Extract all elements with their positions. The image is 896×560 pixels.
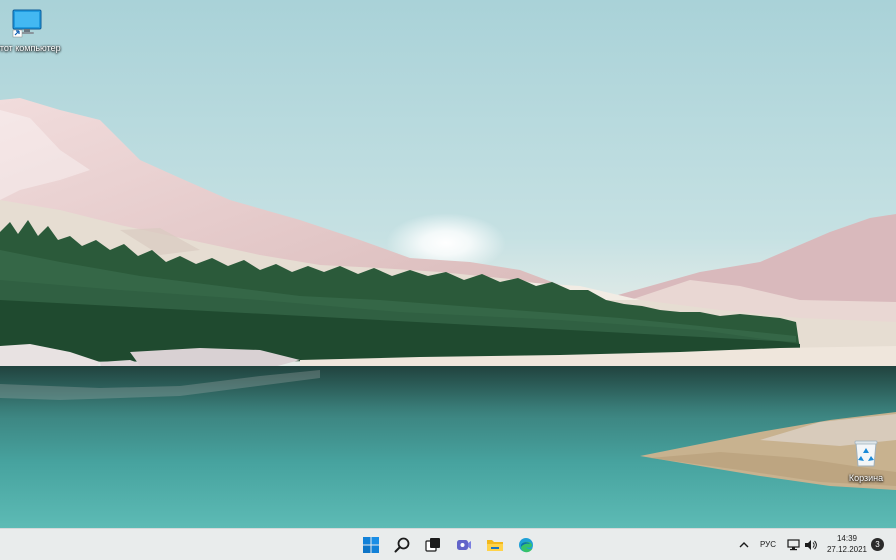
task-view-button[interactable] [420,532,446,558]
clock[interactable]: 14:39 27.12.2021 [820,533,874,555]
volume-icon [805,540,817,550]
teams-chat-icon [457,540,471,550]
folder-icon [487,540,503,551]
recycle-bin-icon [854,440,878,467]
input-language-indicator[interactable]: РУС [760,540,776,549]
desktop-icon-this-pc[interactable]: Этот компьютер [0,8,62,54]
show-hidden-icons-button[interactable] [736,537,752,553]
search-icon [394,537,410,553]
volume-button[interactable] [803,537,819,553]
taskbar: РУС 14:39 27.12.2021 3 [0,528,896,560]
monitor-icon [12,9,42,38]
desktop-icon-recycle-bin[interactable]: Корзина [831,438,896,484]
edge-button[interactable] [513,532,539,558]
file-explorer-button[interactable] [482,532,508,558]
desktop-icon-label: Этот компьютер [0,43,61,53]
wallpaper-landscape [0,0,896,528]
desktop[interactable]: Этот компьютер Корзина [0,0,896,528]
chevron-up-icon [739,542,749,548]
edge-icon [519,538,533,553]
desktop-icon-label: Корзина [848,473,884,483]
network-status-button[interactable] [786,537,802,553]
network-icon [787,539,800,551]
chat-button[interactable] [451,532,477,558]
notification-count-badge[interactable]: 3 [871,538,884,551]
clock-time: 14:39 [836,534,858,543]
task-view-icon [425,538,440,552]
clock-date: 27.12.2021 [826,545,868,554]
search-button[interactable] [389,532,415,558]
windows-logo-icon [363,537,379,553]
start-button[interactable] [358,532,384,558]
